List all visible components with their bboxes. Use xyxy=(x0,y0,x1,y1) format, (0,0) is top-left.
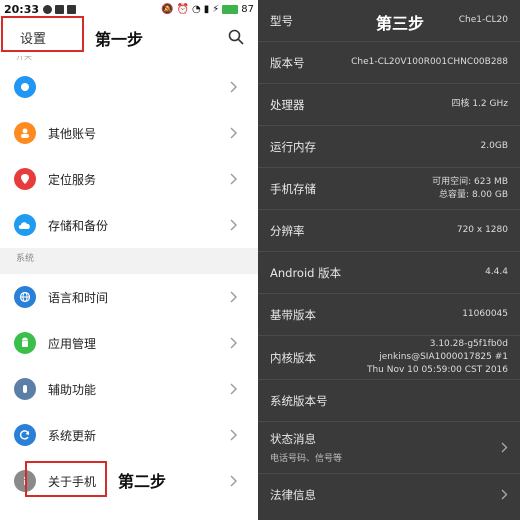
info-row-ram: 运行内存 2.0GB xyxy=(258,126,520,168)
signal-icon: ▮ xyxy=(203,3,210,15)
chevron-right-icon xyxy=(230,337,237,349)
chevron-right-icon xyxy=(230,219,237,231)
step-label: 第一步 xyxy=(95,30,144,49)
search-icon[interactable] xyxy=(228,29,244,45)
info-key: 内核版本 xyxy=(270,350,316,365)
settings-panel: 20:33 🔕 ⏰ ◔ ▮ ⚡ 87 设置 第一步 开关 其他账号 定位服务 存… xyxy=(0,0,258,520)
info-value: Che1-CL20V100R001CHNC00B288 xyxy=(351,57,508,67)
cloud-icon xyxy=(14,214,36,236)
person-icon xyxy=(14,122,36,144)
info-row-processor: 处理器 四核 1.2 GHz xyxy=(258,84,520,126)
chevron-right-icon xyxy=(230,127,237,139)
info-key: 手机存储 xyxy=(270,181,316,196)
settings-item-label: 系统更新 xyxy=(48,428,97,443)
settings-item-app-management[interactable]: 应用管理 xyxy=(0,320,258,366)
settings-item-label: 辅助功能 xyxy=(48,382,97,397)
location-icon xyxy=(14,168,36,190)
chevron-right-icon xyxy=(230,81,237,93)
info-value: Che1-CL20 xyxy=(458,15,508,25)
info-value: 可用空间: 623 MB xyxy=(432,176,508,187)
step-label: 第二步 xyxy=(118,472,167,491)
info-value: 四核 1.2 GHz xyxy=(451,99,508,109)
info-value: jenkins@SIA1000017825 #1 xyxy=(379,352,508,362)
alarm-icon: ⏰ xyxy=(176,3,189,15)
chevron-right-icon xyxy=(230,383,237,395)
info-row-model: 型号 Che1-CL20 xyxy=(258,0,520,42)
chevron-right-icon xyxy=(501,442,508,453)
info-key: 系统版本号 xyxy=(270,393,328,408)
chevron-right-icon xyxy=(230,475,237,487)
info-row-legal[interactable]: 法律信息 xyxy=(258,474,520,516)
settings-item-label: 语言和时间 xyxy=(48,290,109,305)
info-key: 状态消息 xyxy=(270,432,316,446)
battery-icon xyxy=(222,4,239,14)
info-key: 基带版本 xyxy=(270,307,316,322)
message-icon xyxy=(43,4,53,14)
wifi-icon: ◔ xyxy=(191,3,201,15)
chevron-right-icon xyxy=(501,489,508,500)
android-icon xyxy=(14,332,36,354)
info-key: 型号 xyxy=(270,13,293,28)
charging-icon: ⚡ xyxy=(212,3,220,15)
chevron-right-icon xyxy=(230,429,237,441)
info-value: 总容量: 8.00 GB xyxy=(439,189,508,200)
settings-item-storage-backup[interactable]: 存储和备份 xyxy=(0,202,258,248)
globe-icon xyxy=(14,286,36,308)
settings-item-language-time[interactable]: 语言和时间 xyxy=(0,274,258,320)
refresh-icon xyxy=(14,424,36,446)
header: 设置 第一步 xyxy=(0,16,258,56)
highlight-box xyxy=(1,16,84,52)
chevron-right-icon xyxy=(230,291,237,303)
settings-item-about-phone[interactable]: 关于手机 第二步 xyxy=(0,458,258,504)
status-time: 20:33 xyxy=(4,2,40,16)
info-row-status[interactable]: 状态消息 电话号码、信号等 xyxy=(258,422,520,474)
info-key: 分辨率 xyxy=(270,223,305,238)
info-subtitle: 电话号码、信号等 xyxy=(270,454,343,464)
info-value: 4.4.4 xyxy=(485,267,508,277)
account-icon xyxy=(14,76,36,98)
about-phone-panel: 第三步 型号 Che1-CL20 版本号 Che1-CL20V100R001CH… xyxy=(258,0,520,520)
info-row-build: 版本号 Che1-CL20V100R001CHNC00B288 xyxy=(258,42,520,84)
settings-item-label: 存储和备份 xyxy=(48,218,109,233)
info-row-android-version: Android 版本 4.4.4 xyxy=(258,252,520,294)
section-label-system: 系统 xyxy=(0,248,258,274)
settings-item-other-accounts[interactable]: 其他账号 xyxy=(0,110,258,156)
info-row-system-version: 系统版本号 xyxy=(258,380,520,422)
info-value: Thu Nov 10 05:59:00 CST 2016 xyxy=(366,365,508,375)
settings-item-label: 其他账号 xyxy=(48,126,97,141)
info-key: 处理器 xyxy=(270,97,305,112)
info-key: 版本号 xyxy=(270,55,305,70)
image-icon xyxy=(67,4,77,14)
settings-item-accessibility[interactable]: 辅助功能 xyxy=(0,366,258,412)
hand-icon xyxy=(14,378,36,400)
info-value: 11060045 xyxy=(462,309,508,319)
settings-item-system-update[interactable]: 系统更新 xyxy=(0,412,258,458)
info-row-baseband: 基带版本 11060045 xyxy=(258,294,520,336)
settings-item-location[interactable]: 定位服务 xyxy=(0,156,258,202)
info-value: 3.10.28-g5f1fb0d xyxy=(429,339,508,349)
info-row-resolution: 分辨率 720 x 1280 xyxy=(258,210,520,252)
settings-item-account[interactable] xyxy=(0,64,258,110)
info-row-storage: 手机存储 可用空间: 623 MB 总容量: 8.00 GB xyxy=(258,168,520,210)
mail-icon xyxy=(55,4,65,14)
section-label-partial: 开关 xyxy=(16,56,32,61)
battery-level: 87 xyxy=(241,3,254,15)
info-value: 720 x 1280 xyxy=(456,225,508,235)
settings-item-label: 应用管理 xyxy=(48,336,97,351)
settings-item-label: 定位服务 xyxy=(48,172,97,187)
mute-icon: 🔕 xyxy=(161,3,174,15)
chevron-right-icon xyxy=(230,173,237,185)
highlight-box xyxy=(25,461,107,497)
info-key: 法律信息 xyxy=(270,488,316,502)
info-row-kernel: 内核版本 3.10.28-g5f1fb0d jenkins@SIA1000017… xyxy=(258,336,520,380)
info-key: 运行内存 xyxy=(270,139,316,154)
info-value: 2.0GB xyxy=(480,141,508,151)
info-key: Android 版本 xyxy=(270,265,342,280)
